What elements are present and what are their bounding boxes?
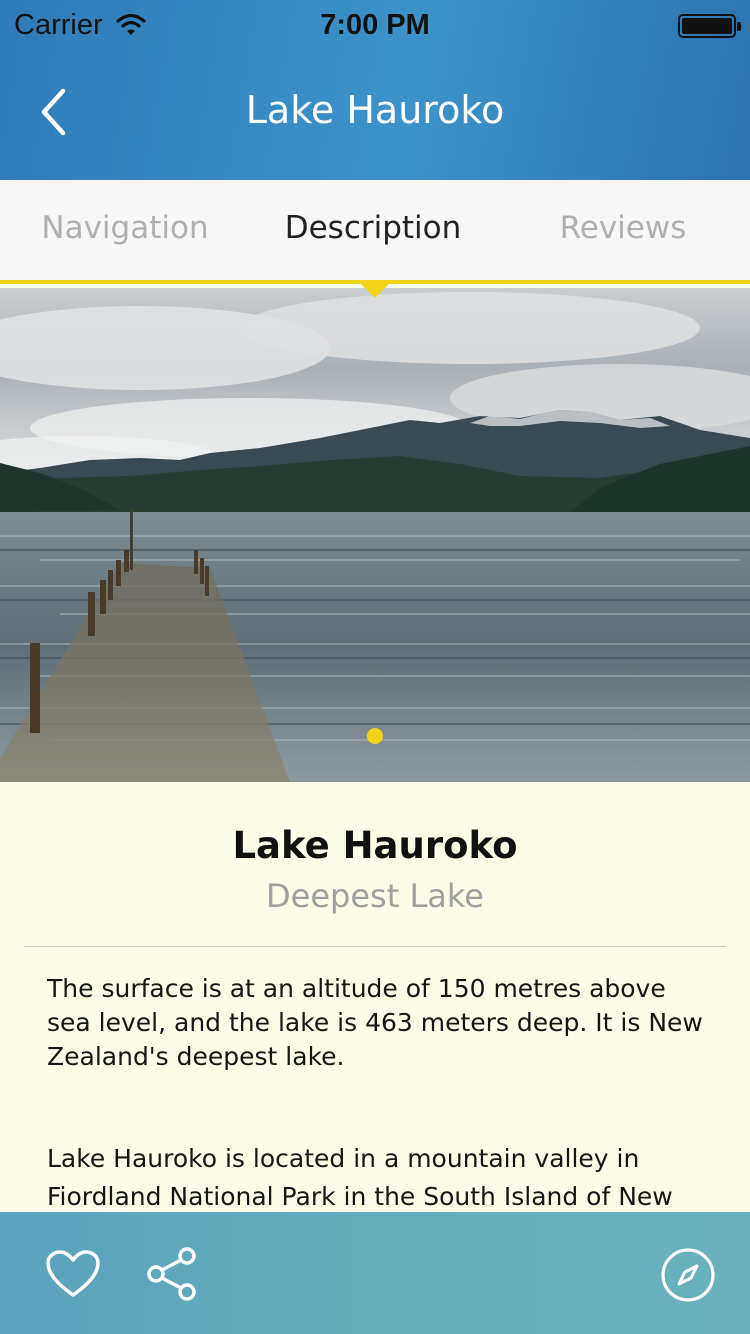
compass-icon bbox=[661, 1248, 715, 1302]
compass-button[interactable] bbox=[656, 1244, 720, 1306]
favorite-button[interactable] bbox=[40, 1244, 106, 1304]
heart-icon bbox=[46, 1250, 100, 1297]
status-time: 7:00 PM bbox=[320, 9, 430, 41]
segmented-tabs: Navigation Description Reviews bbox=[0, 180, 750, 284]
page-indicator-dot[interactable] bbox=[367, 728, 383, 744]
share-button[interactable] bbox=[140, 1244, 204, 1304]
tab-navigation[interactable]: Navigation bbox=[0, 210, 250, 246]
battery-icon bbox=[678, 14, 741, 38]
place-subtitle: Deepest Lake bbox=[266, 877, 484, 915]
status-bar: Carrier 7:00 PM bbox=[0, 0, 750, 50]
place-name: Lake Hauroko bbox=[232, 824, 518, 867]
description-paragraph: The surface is at an altitude of 150 met… bbox=[47, 974, 703, 1071]
tab-description[interactable]: Description bbox=[248, 210, 498, 246]
description-paragraph: Lake Hauroko is located in a mountain va… bbox=[47, 1144, 673, 1211]
divider bbox=[24, 946, 726, 947]
navigation-header: Carrier 7:00 PM Lake Hauroko bbox=[0, 0, 750, 180]
photo-gallery[interactable] bbox=[0, 288, 750, 782]
description-content: Lake Hauroko Deepest Lake The surface is… bbox=[0, 782, 750, 1212]
tab-reviews[interactable]: Reviews bbox=[498, 210, 748, 246]
share-icon bbox=[147, 1247, 196, 1301]
bottom-toolbar bbox=[0, 1212, 750, 1334]
lake-photo bbox=[0, 288, 750, 782]
active-tab-indicator bbox=[361, 284, 389, 298]
page-title: Lake Hauroko bbox=[245, 88, 505, 132]
